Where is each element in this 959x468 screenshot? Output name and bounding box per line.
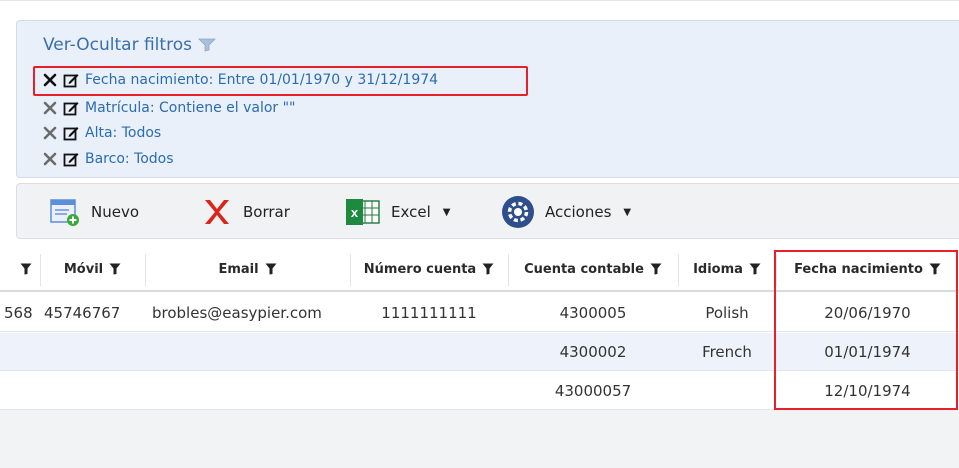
table-cell-numero-cuenta xyxy=(350,333,508,371)
new-button[interactable]: Nuevo xyxy=(49,196,139,228)
table-cell-idioma: French xyxy=(702,343,752,361)
table-row[interactable]: 43000057 12/10/1974 xyxy=(0,372,959,410)
table-cell-movil: 45746767 xyxy=(44,304,121,322)
table-cell-numero-cuenta: 1111111111 xyxy=(381,304,477,322)
column-filter-icon[interactable] xyxy=(265,263,277,275)
table-cell-fecha-nacimiento: 01/01/1974 xyxy=(824,343,911,361)
table-cell-cuenta-contable: 4300005 xyxy=(559,304,627,322)
filter-link-fecha-nacimiento[interactable]: Fecha nacimiento: Entre 01/01/1970 y 31/… xyxy=(85,72,438,88)
column-header-label: Cuenta contable xyxy=(524,261,644,277)
column-header-label: Fecha nacimiento xyxy=(794,261,923,277)
gear-icon xyxy=(502,196,534,228)
grid-empty-area xyxy=(0,410,959,468)
table-cell-cuenta-contable: 4300002 xyxy=(559,343,627,361)
excel-dropdown-button[interactable]: x Excel ▼ xyxy=(345,196,450,228)
table-cell-email xyxy=(152,372,352,410)
filter-item-alta: Alta: Todos xyxy=(43,122,161,144)
funnel-icon xyxy=(197,38,216,52)
table-row[interactable]: 4300002 French 01/01/1974 xyxy=(0,333,959,371)
column-filter-icon[interactable] xyxy=(109,263,121,275)
column-filter-icon[interactable] xyxy=(929,263,941,275)
new-document-icon xyxy=(50,199,79,226)
excel-button-label: Excel xyxy=(391,203,431,221)
filter-title-label: Ver-Ocultar filtros xyxy=(43,35,192,55)
table-cell-fecha-nacimiento: 12/10/1974 xyxy=(824,382,911,400)
column-header-movil[interactable]: Móvil xyxy=(40,248,145,292)
toggle-filters-link[interactable]: Ver-Ocultar filtros xyxy=(43,35,216,55)
actions-button-label: Acciones xyxy=(545,203,612,221)
table-cell-email: brobles@easypier.com xyxy=(152,304,322,322)
column-header-email[interactable]: Email xyxy=(145,248,350,292)
remove-filter-icon[interactable] xyxy=(43,73,57,87)
delete-button[interactable]: Borrar xyxy=(201,196,290,228)
remove-filter-icon[interactable] xyxy=(43,126,57,140)
toolbar: Nuevo Borrar x Excel ▼ Acciones ▼ xyxy=(16,183,959,239)
table-cell-partial xyxy=(4,333,40,371)
filter-panel: Ver-Ocultar filtros Fecha nacimiento: En… xyxy=(16,20,959,178)
table-row[interactable]: 568 45746767 brobles@easypier.com 111111… xyxy=(0,294,959,332)
table-cell-partial: 568 xyxy=(4,304,33,322)
new-button-label: Nuevo xyxy=(91,203,140,221)
column-header-label: Idioma xyxy=(693,261,743,277)
column-filter-icon[interactable] xyxy=(749,263,761,275)
column-header-fecha-nacimiento[interactable]: Fecha nacimiento xyxy=(776,248,959,292)
filter-link-matricula[interactable]: Matrícula: Contiene el valor "" xyxy=(85,100,296,116)
column-header-idioma[interactable]: Idioma xyxy=(678,248,776,292)
column-header-label: Email xyxy=(218,261,259,277)
edit-filter-icon[interactable] xyxy=(63,125,79,141)
table-cell-idioma: Polish xyxy=(705,304,749,322)
table-cell-fecha-nacimiento: 20/06/1970 xyxy=(824,304,911,322)
actions-dropdown-button[interactable]: Acciones ▼ xyxy=(501,196,631,228)
caret-down-icon: ▼ xyxy=(442,206,451,218)
delete-x-icon xyxy=(205,200,229,224)
edit-filter-icon[interactable] xyxy=(63,151,79,167)
table-cell-email xyxy=(152,333,352,371)
table-cell-movil xyxy=(44,372,144,410)
column-header-cuenta-contable[interactable]: Cuenta contable xyxy=(508,248,678,292)
column-header-partial[interactable] xyxy=(0,248,40,292)
excel-icon: x xyxy=(346,199,380,225)
table-cell-numero-cuenta xyxy=(350,372,508,410)
remove-filter-icon[interactable] xyxy=(43,101,57,115)
filter-link-barco[interactable]: Barco: Todos xyxy=(85,151,174,167)
remove-filter-icon[interactable] xyxy=(43,152,57,166)
delete-button-label: Borrar xyxy=(243,203,290,221)
table-cell-movil xyxy=(44,333,144,371)
column-filter-icon[interactable] xyxy=(482,263,494,275)
edit-filter-icon[interactable] xyxy=(63,100,79,116)
table-cell-partial xyxy=(4,372,40,410)
filter-item-fecha-nacimiento: Fecha nacimiento: Entre 01/01/1970 y 31/… xyxy=(43,69,438,91)
svg-text:x: x xyxy=(351,205,359,220)
top-border xyxy=(0,0,959,1)
filter-item-matricula: Matrícula: Contiene el valor "" xyxy=(43,97,296,119)
edit-filter-icon[interactable] xyxy=(63,72,79,88)
column-filter-icon[interactable] xyxy=(20,263,32,275)
column-header-label: Número cuenta xyxy=(363,261,477,277)
column-filter-icon[interactable] xyxy=(650,263,662,275)
table-cell-idioma xyxy=(678,372,776,410)
column-header-numero-cuenta[interactable]: Número cuenta xyxy=(350,248,508,292)
caret-down-icon: ▼ xyxy=(623,206,632,218)
filter-item-barco: Barco: Todos xyxy=(43,148,174,170)
filter-link-alta[interactable]: Alta: Todos xyxy=(85,125,161,141)
column-header-label: Móvil xyxy=(63,261,104,277)
table-cell-cuenta-contable: 43000057 xyxy=(554,382,632,400)
